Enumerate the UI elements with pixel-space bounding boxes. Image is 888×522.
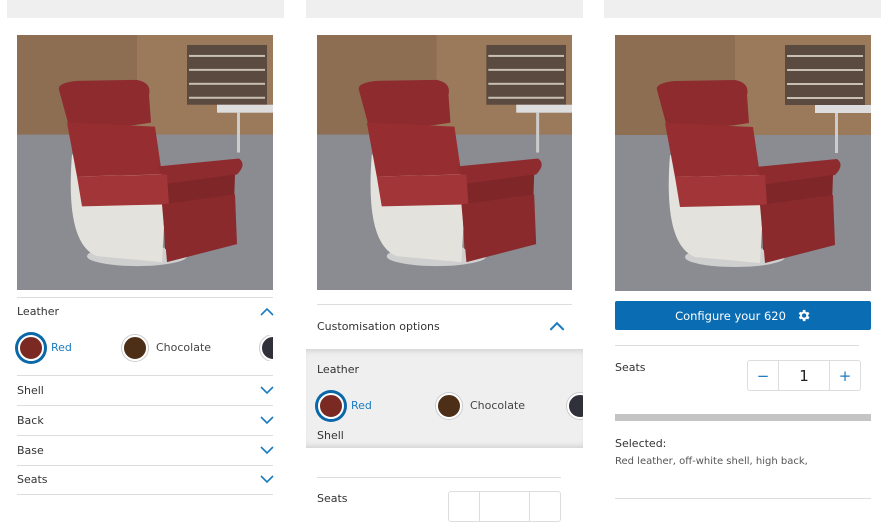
divider [615, 345, 859, 346]
seats-stepper[interactable]: − 1 + [747, 360, 861, 391]
customisation-panel: Leather Red Chocolate Shell [306, 349, 583, 448]
swatch-label: Chocolate [470, 399, 526, 412]
divider [317, 477, 561, 478]
swatch-dark[interactable] [259, 335, 273, 361]
chevron-up-icon[interactable] [260, 307, 274, 316]
section-seats[interactable]: Seats [17, 473, 48, 486]
chevron-down-icon[interactable] [260, 446, 274, 455]
swatch-label: Chocolate [156, 341, 212, 354]
divider [615, 498, 871, 499]
swatch-chocolate[interactable] [122, 335, 148, 361]
chevron-down-icon[interactable] [260, 475, 274, 484]
chevron-down-icon[interactable] [260, 416, 274, 425]
top-bar [604, 0, 881, 18]
swatch-label: Red [51, 341, 72, 354]
top-bar [306, 0, 583, 18]
section-shell[interactable]: Shell [17, 384, 44, 397]
selected-label: Selected: [615, 437, 667, 450]
configure-button-label: Configure your 620 [675, 308, 786, 323]
swatch-label: Red [351, 399, 372, 412]
divider [17, 465, 273, 466]
customisation-options-header[interactable]: Customisation options [317, 320, 440, 333]
section-back[interactable]: Back [17, 414, 44, 427]
divider [17, 297, 273, 298]
leather-label: Leather [317, 363, 360, 376]
seats-stepper[interactable] [448, 491, 561, 522]
divider [317, 304, 572, 305]
swatch-dark[interactable] [567, 393, 583, 419]
increment-button[interactable]: + [830, 361, 860, 390]
shell-label: Shell [317, 429, 344, 442]
product-image [317, 35, 572, 290]
seats-label: Seats [615, 361, 646, 374]
seats-label: Seats [317, 492, 348, 505]
swatch-red[interactable] [318, 393, 344, 419]
section-base[interactable]: Base [17, 444, 44, 457]
product-image [615, 35, 871, 291]
divider [17, 435, 273, 436]
decrement-button[interactable]: − [748, 361, 778, 390]
selected-summary: Red leather, off-white shell, high back, [615, 456, 808, 467]
swatch-chocolate[interactable] [436, 393, 462, 419]
divider [17, 405, 273, 406]
chevron-up-icon[interactable] [549, 321, 565, 331]
section-leather[interactable]: Leather [17, 305, 59, 318]
progress-bar [615, 414, 871, 421]
chevron-down-icon[interactable] [260, 386, 274, 395]
swatch-red[interactable] [18, 335, 44, 361]
seats-value[interactable]: 1 [778, 361, 830, 390]
gear-icon [798, 309, 810, 322]
divider [17, 494, 273, 495]
divider [17, 375, 273, 376]
configure-button[interactable]: Configure your 620 [615, 301, 871, 330]
top-bar [7, 0, 284, 18]
product-image [17, 35, 273, 290]
